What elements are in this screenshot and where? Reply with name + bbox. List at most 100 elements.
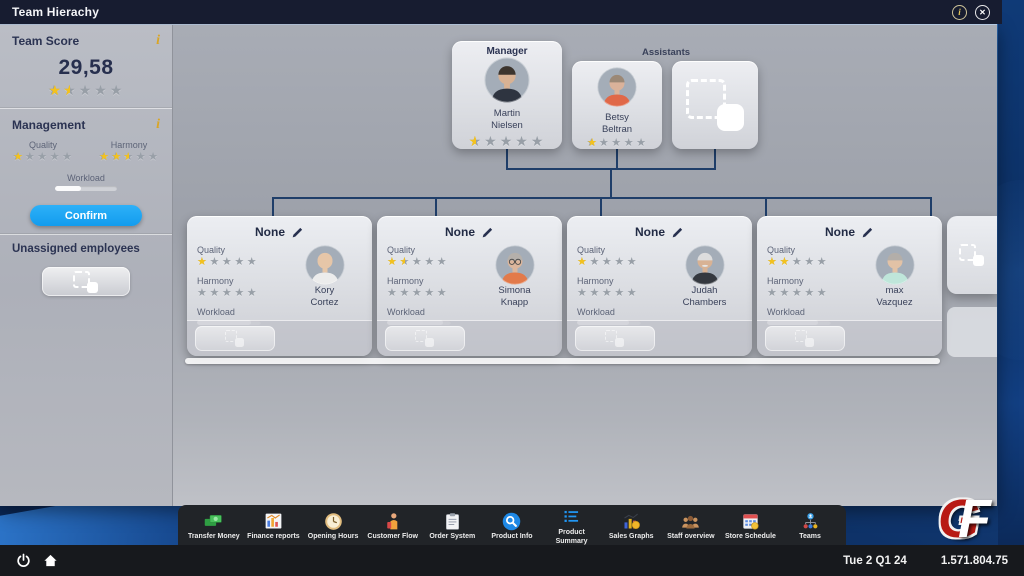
connector-line xyxy=(600,197,602,216)
unassigned-drop-slot[interactable] xyxy=(42,267,130,296)
edit-pencil-icon[interactable] xyxy=(481,226,494,239)
statusbar: Tue 2 Q1 24 1.571.804.75 xyxy=(0,545,1024,576)
drag-drop-icon xyxy=(225,330,245,347)
manager-role-label: Manager xyxy=(452,46,562,57)
drag-drop-icon xyxy=(795,330,815,347)
employee-name-line1: max xyxy=(886,286,904,297)
taskbar-item-product-summary[interactable]: Product Summary xyxy=(543,507,601,545)
product-info-icon xyxy=(501,511,522,532)
edit-pencil-icon[interactable] xyxy=(291,226,304,239)
team-card[interactable]: None Quality ★★★★★★★★★★ Harmony ★★★★★★★★… xyxy=(377,216,562,356)
partial-card-fragment xyxy=(947,307,997,357)
connector-line xyxy=(610,168,612,199)
edit-pencil-icon[interactable] xyxy=(861,226,874,239)
avatar xyxy=(685,245,725,285)
management-header: Management i xyxy=(0,109,172,136)
harmony-label: Harmony xyxy=(86,140,172,150)
harmony-label: Harmony xyxy=(197,276,283,286)
staff-overview-icon xyxy=(680,511,701,532)
power-icon[interactable] xyxy=(16,553,31,568)
employee-name-line2: Chambers xyxy=(683,298,727,309)
window-titlebar: Team Hierachy i ✕ xyxy=(0,0,1002,24)
confirm-button[interactable]: Confirm xyxy=(30,205,142,226)
team-card[interactable]: None Quality ★★★★★★★★★★ Harmony ★★★★★★★★… xyxy=(567,216,752,356)
taskbar-item-store-schedule[interactable]: Store Schedule xyxy=(721,511,779,541)
workload-label: Workload xyxy=(197,307,283,317)
unassigned-employees-title: Unassigned employees xyxy=(0,235,172,259)
employee-name-line1: Judah xyxy=(692,286,718,297)
team-title: None xyxy=(825,225,855,239)
teams-icon xyxy=(800,511,821,532)
taskbar-item-opening-hours[interactable]: Opening Hours xyxy=(304,511,362,541)
connector-line xyxy=(714,149,716,168)
drag-drop-icon xyxy=(605,330,625,347)
workload-bar xyxy=(55,186,117,191)
management-workload: Workload xyxy=(0,173,172,191)
employee-name-line2: Vazquez xyxy=(876,298,912,309)
team-drop-slot-partial[interactable] xyxy=(947,216,997,294)
edit-pencil-icon[interactable] xyxy=(671,226,684,239)
taskbar: Transfer Money Finance reports Opening H… xyxy=(178,505,846,546)
quality-stars: ★★★★★★★★★★ xyxy=(12,152,73,163)
team-card-footer xyxy=(757,320,942,356)
taskbar-item-teams[interactable]: Teams xyxy=(781,511,839,541)
employee-name-line1: Kory xyxy=(315,286,335,297)
taskbar-item-staff-overview[interactable]: Staff overview xyxy=(662,511,720,541)
assistant-card[interactable]: Betsy Beltran ★★★★★★★★★★ xyxy=(572,61,662,149)
sidebar: Team Score i 29,58 ★★★★★★★★★★ Management… xyxy=(0,25,173,506)
avatar xyxy=(305,245,345,285)
game-date: Tue 2 Q1 24 xyxy=(843,555,907,567)
gf-logo: GF xyxy=(938,492,991,546)
employee-name-line1: Simona xyxy=(498,286,530,297)
team-drop-slot[interactable] xyxy=(195,326,275,351)
drag-drop-icon xyxy=(959,244,985,266)
close-icon[interactable]: ✕ xyxy=(975,5,990,20)
team-drop-slot[interactable] xyxy=(385,326,465,351)
home-icon[interactable] xyxy=(43,553,58,568)
order-system-icon xyxy=(442,511,463,532)
team-card[interactable]: None Quality ★★★★★★★★★★ Harmony ★★★★★★★★… xyxy=(757,216,942,356)
taskbar-item-finance-reports[interactable]: Finance reports xyxy=(244,511,302,541)
quality-stars: ★★★★★★★★★★ xyxy=(577,257,638,268)
team-drop-slot[interactable] xyxy=(575,326,655,351)
sales-graphs-icon xyxy=(621,511,642,532)
team-title: None xyxy=(445,225,475,239)
team-score-info-icon[interactable]: i xyxy=(156,34,160,48)
transfer-money-icon xyxy=(203,511,224,532)
team-card[interactable]: None Quality ★★★★★★★★★★ Harmony ★★★★★★★★… xyxy=(187,216,372,356)
taskbar-item-product-info[interactable]: Product Info xyxy=(483,511,541,541)
management-harmony: Harmony ★★★★★★★★★★ xyxy=(86,140,172,168)
info-icon[interactable]: i xyxy=(952,5,967,20)
assistant-drop-slot[interactable] xyxy=(672,61,758,149)
taskbar-item-customer-flow[interactable]: Customer Flow xyxy=(364,511,422,541)
taskbar-item-order-system[interactable]: Order System xyxy=(423,511,481,541)
harmony-stars: ★★★★★★★★★★ xyxy=(98,152,159,163)
workload-label: Workload xyxy=(0,173,172,183)
manager-card[interactable]: Manager Martin Nielsen ★★★★★★★★★★ xyxy=(452,41,562,149)
desktop: { "titlebar": { "title": "Team Hierachy"… xyxy=(0,0,1024,576)
employee-name-line2: Cortez xyxy=(311,298,339,309)
workload-label: Workload xyxy=(387,307,473,317)
manager-name-line1: Martin xyxy=(452,109,562,120)
team-card-footer xyxy=(187,320,372,356)
avatar xyxy=(597,67,637,107)
team-title: None xyxy=(255,225,285,239)
harmony-label: Harmony xyxy=(387,276,473,286)
window-title: Team Hierachy xyxy=(0,5,99,19)
taskbar-item-transfer-money[interactable]: Transfer Money xyxy=(185,511,243,541)
assistant-name-line2: Beltran xyxy=(572,125,662,136)
titlebar-icons: i ✕ xyxy=(952,5,1002,20)
quality-stars: ★★★★★★★★★★ xyxy=(387,257,448,268)
quality-label: Quality xyxy=(577,245,663,255)
workload-label: Workload xyxy=(577,307,663,317)
team-score-stars: ★★★★★★★★★★ xyxy=(48,83,125,97)
horizontal-scrollbar[interactable] xyxy=(185,358,940,364)
connector-line xyxy=(272,197,274,216)
management-title: Management xyxy=(12,118,85,132)
taskbar-item-sales-graphs[interactable]: Sales Graphs xyxy=(602,511,660,541)
team-drop-slot[interactable] xyxy=(765,326,845,351)
assistant-stars: ★★★★★★★★★★ xyxy=(586,138,647,149)
management-info-icon[interactable]: i xyxy=(156,118,160,132)
harmony-stars: ★★★★★★★★★★ xyxy=(767,288,828,299)
opening-hours-icon xyxy=(323,511,344,532)
